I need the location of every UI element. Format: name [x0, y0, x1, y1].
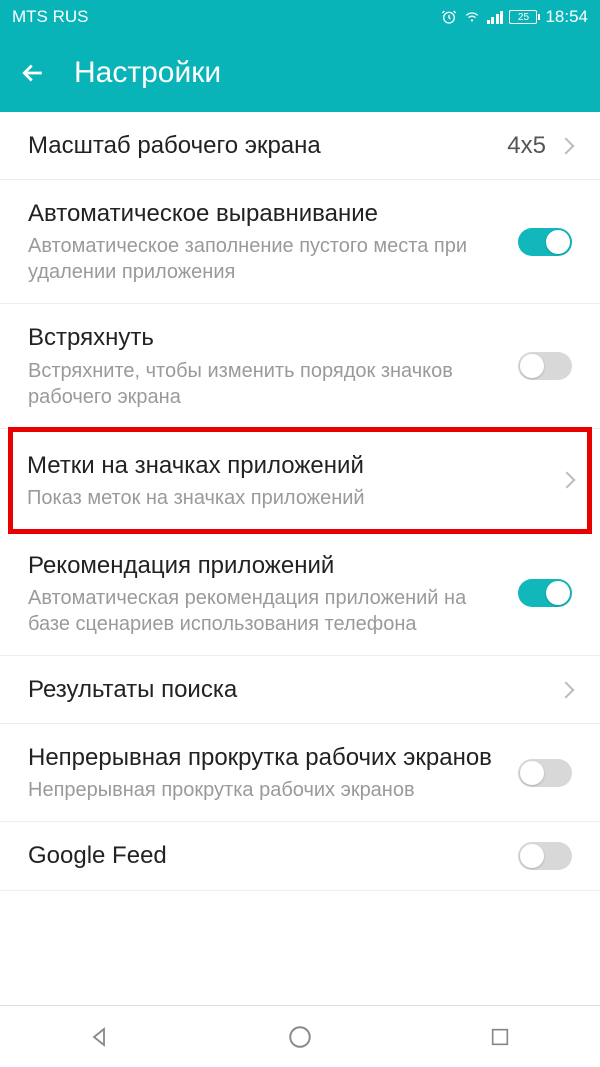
row-app-recommend[interactable]: Рекомендация приложений Автоматическая р…: [0, 532, 600, 656]
clock: 18:54: [545, 7, 588, 27]
battery-level: 25: [518, 12, 529, 23]
row-screen-grid[interactable]: Масштаб рабочего экрана 4x5: [0, 112, 600, 180]
row-title: Непрерывная прокрутка рабочих экранов: [28, 742, 506, 773]
chevron-right-icon: [559, 472, 576, 489]
row-shake[interactable]: Встряхнуть Встряхните, чтобы изменить по…: [0, 304, 600, 428]
chevron-right-icon: [558, 681, 575, 698]
row-subtitle: Автоматическая рекомендация приложений н…: [28, 585, 506, 637]
toggle-google-feed[interactable]: [518, 842, 572, 870]
row-app-badges[interactable]: Метки на значках приложений Показ меток …: [8, 427, 592, 534]
toggle-shake[interactable]: [518, 352, 572, 380]
toggle-recommend[interactable]: [518, 579, 572, 607]
row-search-results[interactable]: Результаты поиска: [0, 656, 600, 724]
row-title: Рекомендация приложений: [28, 550, 506, 581]
battery-icon: 25: [509, 10, 537, 24]
carrier-label: MTS RUS: [12, 7, 441, 27]
row-subtitle: Автоматическое заполнение пустого места …: [28, 233, 506, 285]
status-right: 25 18:54: [441, 7, 588, 27]
chevron-right-icon: [558, 137, 575, 154]
row-title: Метки на значках приложений: [27, 450, 549, 481]
alarm-icon: [441, 9, 457, 25]
page-title: Настройки: [74, 56, 221, 90]
row-title: Автоматическое выравнивание: [28, 198, 506, 229]
status-icons: 25: [441, 8, 538, 26]
toggle-loop-scroll[interactable]: [518, 759, 572, 787]
row-subtitle: Показ меток на значках приложений: [27, 485, 549, 511]
row-subtitle: Встряхните, чтобы изменить порядок значк…: [28, 358, 506, 410]
wifi-icon: [463, 8, 481, 26]
circle-home-icon: [287, 1024, 313, 1050]
row-value: 4x5: [507, 132, 546, 160]
back-icon[interactable]: [18, 58, 48, 88]
triangle-back-icon: [88, 1025, 112, 1049]
row-loop-scroll[interactable]: Непрерывная прокрутка рабочих экранов Не…: [0, 724, 600, 822]
row-title: Результаты поиска: [28, 674, 548, 705]
row-title: Масштаб рабочего экрана: [28, 130, 495, 161]
row-auto-align[interactable]: Автоматическое выравнивание Автоматическ…: [0, 180, 600, 304]
signal-icon: [487, 10, 504, 24]
row-title: Google Feed: [28, 840, 506, 871]
row-subtitle: Непрерывная прокрутка рабочих экранов: [28, 777, 506, 803]
row-google-feed[interactable]: Google Feed: [0, 822, 600, 890]
settings-list: Масштаб рабочего экрана 4x5 Автоматическ…: [0, 112, 600, 891]
nav-recent-button[interactable]: [485, 1022, 515, 1052]
nav-home-button[interactable]: [285, 1022, 315, 1052]
navigation-bar: [0, 1005, 600, 1067]
square-recent-icon: [489, 1026, 511, 1048]
toggle-auto-align[interactable]: [518, 228, 572, 256]
nav-back-button[interactable]: [85, 1022, 115, 1052]
row-title: Встряхнуть: [28, 322, 506, 353]
app-header: Настройки: [0, 34, 600, 112]
status-bar: MTS RUS 25 18:54: [0, 0, 600, 34]
